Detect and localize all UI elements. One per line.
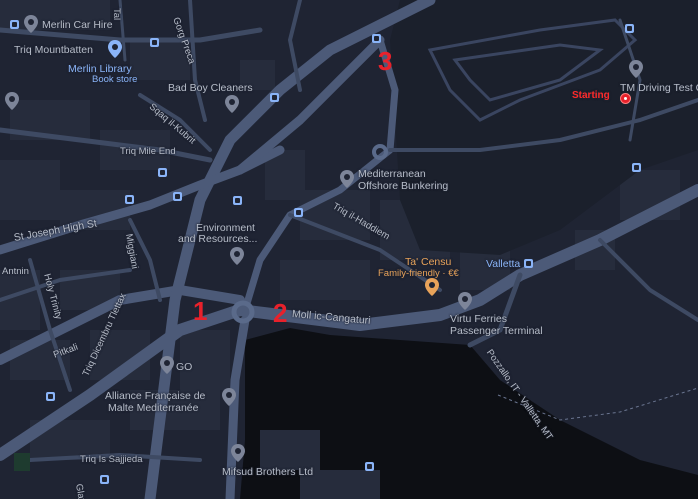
starting-marker-icon[interactable]	[620, 93, 631, 104]
alliance-francaise-label-1[interactable]: Alliance Française de	[105, 390, 205, 402]
car-hire-pin-icon[interactable]	[24, 15, 38, 33]
passenger-terminal-label[interactable]: Passenger Terminal	[450, 325, 543, 337]
library-pin-icon[interactable]	[108, 40, 122, 58]
transit-icon-a[interactable]	[10, 20, 19, 29]
valletta-station-label[interactable]: Valletta	[486, 258, 520, 270]
go-pin-icon[interactable]	[160, 356, 174, 374]
book-store-label: Book store	[92, 74, 138, 85]
cleaners-pin-icon[interactable]	[225, 95, 239, 113]
transit-icon-i[interactable]	[294, 208, 303, 217]
transit-icon-k[interactable]	[100, 475, 109, 484]
map-canvas[interactable]: 1 2 3 Merlin Car Hire Triq Mountbatten M…	[0, 0, 698, 499]
shop-pin-icon[interactable]	[5, 92, 19, 110]
route-number-3: 3	[378, 46, 393, 76]
mifsud-pin-icon[interactable]	[231, 444, 245, 462]
bad-boy-cleaners-label[interactable]: Bad Boy Cleaners	[168, 82, 253, 94]
transit-icon-e[interactable]	[125, 195, 134, 204]
and-resources-label[interactable]: and Resources...	[178, 233, 257, 245]
transit-icon-m[interactable]	[625, 24, 634, 33]
family-friendly-label: Family-friendly · €€	[378, 268, 459, 279]
transit-icon-g[interactable]	[233, 196, 242, 205]
transit-icon-c[interactable]	[372, 34, 381, 43]
ferry-terminal-pin-icon[interactable]	[458, 292, 472, 310]
bunkering-pin-icon[interactable]	[340, 170, 354, 188]
mediterranean-label[interactable]: Mediterranean	[358, 168, 426, 180]
go-label[interactable]: GO	[176, 361, 192, 373]
transit-icon-j[interactable]	[46, 392, 55, 401]
transit-icon-d[interactable]	[270, 93, 279, 102]
triq-is-sajjieda-label: Triq Is Sajjieda	[80, 454, 143, 465]
tal-label: Tal	[111, 8, 122, 21]
route-number-2: 2	[273, 298, 288, 328]
ta-censu-label[interactable]: Ta' Censu	[405, 256, 451, 268]
alliance-pin-icon[interactable]	[222, 388, 236, 406]
merlin-car-hire-label[interactable]: Merlin Car Hire	[42, 19, 113, 31]
alliance-francaise-label-2[interactable]: Malte Mediterranée	[108, 402, 198, 414]
antnin-label: Antnin	[2, 266, 29, 277]
mifsud-brothers-label[interactable]: Mifsud Brothers Ltd	[222, 466, 313, 478]
roundabout-3	[372, 144, 388, 160]
starting-label: Starting	[572, 90, 610, 101]
bus-stop-icon[interactable]	[524, 259, 533, 268]
transit-icon-f[interactable]	[173, 192, 182, 201]
restaurant-pin-icon[interactable]	[425, 278, 439, 296]
virtu-ferries-label[interactable]: Virtu Ferries	[450, 313, 507, 325]
tm-driving-test-label[interactable]: TM Driving Test C	[620, 82, 698, 94]
driving-test-pin-icon[interactable]	[629, 60, 643, 78]
triq-mountbatten-label: Triq Mountbatten	[14, 44, 93, 56]
transit-icon-h[interactable]	[158, 168, 167, 177]
environment-pin-icon[interactable]	[230, 247, 244, 265]
transit-icon-l[interactable]	[365, 462, 374, 471]
transit-icon-b[interactable]	[150, 38, 159, 47]
triq-mile-end-label: Triq Mile End	[120, 146, 176, 157]
transit-icon-n[interactable]	[632, 163, 641, 172]
route-number-1: 1	[193, 296, 208, 326]
park-area	[14, 453, 30, 471]
offshore-bunkering-label[interactable]: Offshore Bunkering	[358, 180, 448, 192]
